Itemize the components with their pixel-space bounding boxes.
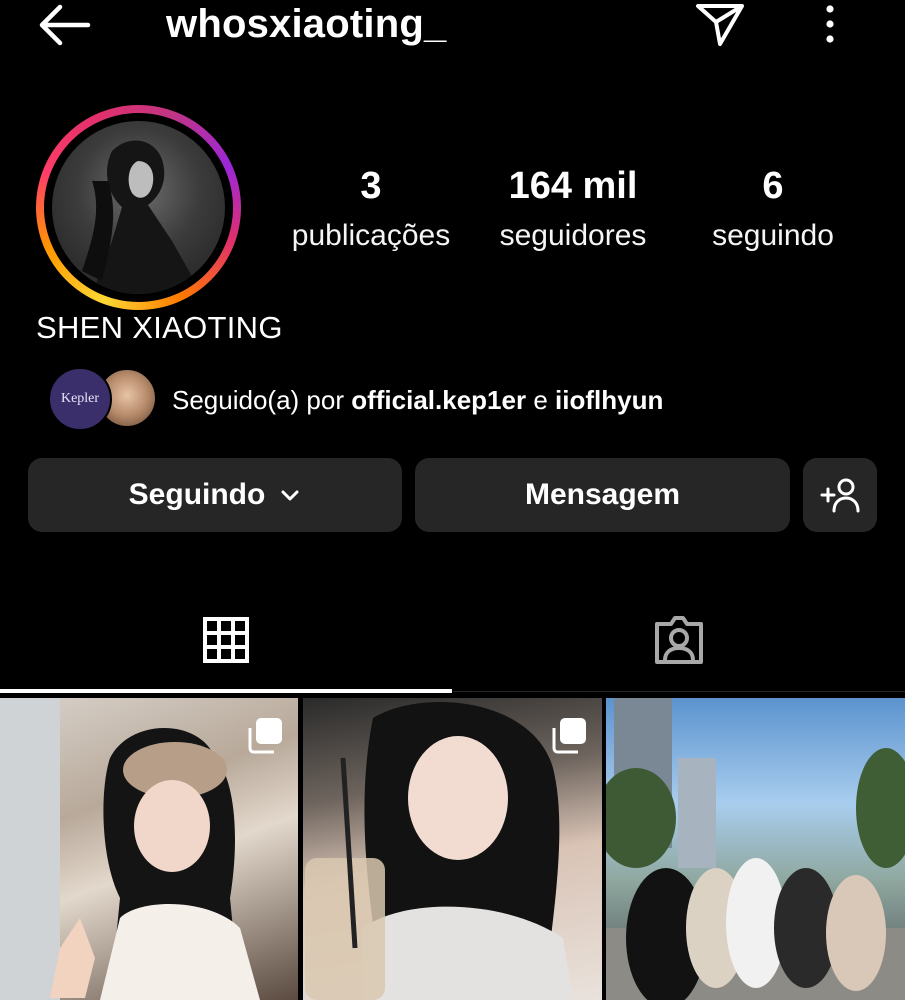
carousel-icon bbox=[552, 718, 586, 754]
following-button-label: Seguindo bbox=[128, 478, 266, 511]
stat-posts[interactable]: 3 publicações bbox=[271, 160, 471, 260]
arrow-left-icon bbox=[39, 4, 91, 46]
tab-divider bbox=[453, 691, 905, 692]
mutual-avatar-1-text: Kepler bbox=[60, 391, 100, 406]
carousel-icon bbox=[248, 718, 282, 754]
chevron-down-icon bbox=[281, 490, 299, 501]
tab-posts-grid[interactable] bbox=[0, 590, 452, 690]
message-button-label: Mensagem bbox=[524, 478, 681, 511]
message-button[interactable]: Mensagem bbox=[415, 458, 790, 532]
mutual-user-1[interactable]: official.kep1er bbox=[351, 385, 526, 415]
post-thumbnail[interactable] bbox=[0, 698, 298, 1000]
display-name: SHEN XIAOTING bbox=[36, 310, 283, 345]
tab-tagged[interactable] bbox=[453, 590, 905, 690]
posts-count: 3 bbox=[360, 165, 382, 207]
posts-label: publicações bbox=[291, 219, 451, 252]
avatar[interactable] bbox=[52, 121, 225, 294]
tagged-portrait-icon bbox=[655, 616, 703, 664]
profile-username: whosxiaoting_ bbox=[166, 2, 447, 46]
post-thumbnail[interactable] bbox=[606, 698, 905, 1000]
grid-icon bbox=[203, 617, 249, 663]
mutual-avatar-1[interactable]: Kepler bbox=[48, 367, 112, 431]
following-label: seguindo bbox=[712, 219, 834, 252]
followed-by-text[interactable]: Seguido(a) por official.kep1er e iioflhy… bbox=[172, 380, 663, 420]
avatar-photo bbox=[82, 140, 202, 294]
followers-count: 164 mil bbox=[508, 165, 638, 207]
add-person-icon bbox=[820, 478, 860, 513]
followed-by-prefix: Seguido(a) por bbox=[172, 385, 352, 415]
stat-followers[interactable]: 164 mil seguidores bbox=[473, 160, 673, 260]
followers-label: seguidores bbox=[499, 219, 647, 252]
post-photo bbox=[606, 698, 905, 1000]
paper-plane-icon bbox=[696, 4, 744, 46]
followed-by-joiner: e bbox=[526, 385, 556, 415]
following-button[interactable]: Seguindo bbox=[28, 458, 402, 532]
back-button[interactable] bbox=[34, 2, 94, 48]
suggested-accounts-button[interactable] bbox=[803, 458, 877, 532]
stat-following[interactable]: 6 seguindo bbox=[673, 160, 873, 260]
mutual-user-2[interactable]: iioflhyun bbox=[555, 385, 663, 415]
post-thumbnail[interactable] bbox=[303, 698, 602, 1000]
send-message-button[interactable] bbox=[690, 0, 750, 50]
more-options-button[interactable] bbox=[816, 0, 844, 48]
more-vertical-icon bbox=[826, 5, 834, 43]
active-tab-indicator bbox=[0, 689, 452, 693]
following-count: 6 bbox=[762, 165, 784, 207]
